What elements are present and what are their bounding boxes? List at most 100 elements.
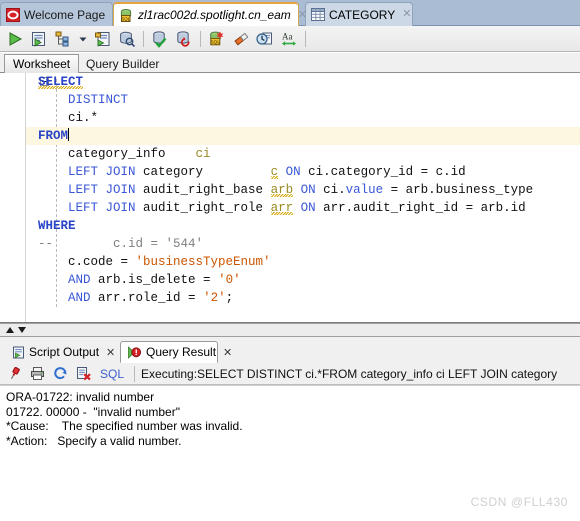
code-token: ci.category_id = c.id [300, 165, 466, 179]
code-line[interactable]: DISTINCT [26, 91, 580, 109]
tab-category[interactable]: CATEGORY ✕ [305, 2, 413, 26]
error-line-4: *Action: Specify a valid number. [6, 433, 182, 448]
chevron-up-icon[interactable] [5, 326, 15, 334]
explain-plan-icon[interactable] [52, 28, 74, 50]
result-toolbar: SQL Executing:SELECT DISTINCT ci.*FROM c… [0, 363, 580, 385]
code-token: ; [225, 291, 234, 305]
output-tab-script-output[interactable]: Script Output ✕ [6, 341, 118, 363]
refresh-icon[interactable] [50, 364, 70, 384]
rollback-icon[interactable] [173, 28, 195, 50]
sqldeveloper-window: Welcome Page ✕ SQL zl1rac002d.spotlight.… [0, 0, 580, 521]
clear-worksheet-icon[interactable] [230, 28, 252, 50]
print-icon[interactable] [27, 364, 47, 384]
tab-label: CATEGORY [329, 7, 396, 22]
code-token: category [135, 165, 271, 179]
sql-tuning-advisor-icon[interactable] [116, 28, 138, 50]
editor-tab-bar: Welcome Page ✕ SQL zl1rac002d.spotlight.… [0, 0, 580, 26]
chevron-down-icon[interactable] [17, 326, 27, 334]
pin-icon[interactable] [4, 364, 24, 384]
code-line[interactable]: ci.* [26, 109, 580, 127]
clear-results-icon[interactable] [73, 364, 93, 384]
toolbar-separator [134, 365, 136, 382]
output-tab-label: Query Result [146, 345, 217, 359]
panel-splitter[interactable] [0, 323, 580, 337]
toolbar-separator [305, 30, 306, 47]
code-line[interactable]: c.code = 'businessTypeEnum' [26, 253, 580, 271]
code-token: -- c.id = '544' [38, 237, 204, 251]
output-tab-bar: Script Output ✕ Query Result ✕ [0, 341, 580, 364]
dropdown-arrow-icon[interactable] [76, 28, 90, 50]
code-line[interactable]: AND arr.role_id = '2'; [26, 289, 580, 307]
error-line-2: 01722. 00000 - "invalid number" [6, 404, 180, 419]
code-lines[interactable]: SELECT DISTINCT ci.* FROM category_info c… [26, 73, 580, 307]
code-token: = arb.business_type [383, 183, 534, 197]
code-area[interactable]: SELECT DISTINCT ci.* FROM category_info c… [26, 73, 580, 322]
toolbar-separator [200, 30, 201, 47]
sql-worksheet-icon: SQL [119, 8, 134, 23]
code-token: AND [68, 273, 91, 287]
code-line[interactable]: FROM [26, 127, 580, 145]
worksheet-toolbar: SQL Aa [0, 26, 580, 52]
tab-sql-worksheet[interactable]: SQL zl1rac002d.spotlight.cn_eam ✕ [113, 2, 307, 26]
code-line[interactable]: SELECT [26, 73, 580, 91]
code-token: ci.* [38, 111, 99, 125]
code-token: arr [270, 201, 294, 215]
watermark: CSDN @FLL430 [470, 495, 568, 509]
code-token: ON [300, 183, 316, 197]
output-tab-close-icon[interactable]: ✕ [106, 346, 115, 359]
subtab-label: Query Builder [86, 56, 160, 71]
sql-editor[interactable]: SELECT DISTINCT ci.* FROM category_info c… [0, 73, 580, 323]
script-output-icon [12, 346, 25, 359]
code-token: '2' [203, 291, 226, 305]
executing-statement-text: Executing:SELECT DISTINCT ci.*FROM categ… [141, 366, 558, 381]
code-token: arb.is_delete = [90, 273, 219, 287]
tab-close-icon[interactable]: ✕ [402, 9, 411, 20]
worksheet-subtab-bar: Worksheet Query Builder [0, 53, 580, 73]
svg-text:SQL: SQL [121, 16, 131, 21]
splitter-arrows[interactable] [5, 326, 27, 334]
subtab-worksheet[interactable]: Worksheet [4, 54, 80, 73]
code-token: arr.audit_right_id = arb.id [315, 201, 526, 215]
code-token: LEFT JOIN [68, 165, 136, 179]
commit-icon[interactable] [149, 28, 171, 50]
code-token: arb [270, 183, 294, 197]
code-token: LEFT JOIN [68, 183, 136, 197]
code-token: c.code = [38, 255, 136, 269]
subtab-query-builder[interactable]: Query Builder [78, 54, 167, 73]
autotrace-icon[interactable] [92, 28, 114, 50]
output-panel: Script Output ✕ Query Result ✕ SQL Execu… [0, 337, 580, 521]
code-line[interactable]: -- c.id = '544' [26, 235, 580, 253]
sql-history-icon[interactable] [254, 28, 276, 50]
error-line-3: *Cause: The specified number was invalid… [6, 419, 243, 433]
sql-label: SQL [100, 366, 125, 381]
run-script-icon[interactable] [28, 28, 50, 50]
code-line[interactable]: LEFT JOIN audit_right_role arr ON arr.au… [26, 199, 580, 217]
code-token: ci. [315, 183, 346, 197]
subtab-label: Worksheet [13, 57, 71, 71]
code-line[interactable]: LEFT JOIN category c ON ci.category_id =… [26, 163, 580, 181]
code-token: value [345, 183, 384, 197]
code-line[interactable]: category_info ci [26, 145, 580, 163]
code-token: 'businessTypeEnum' [135, 255, 271, 269]
table-grid-icon [311, 8, 325, 21]
format-sql-icon[interactable]: Aa [278, 28, 300, 50]
code-line[interactable]: LEFT JOIN audit_right_base arb ON ci.val… [26, 181, 580, 199]
code-line[interactable]: WHERE [26, 217, 580, 235]
text-caret [68, 128, 70, 141]
code-token: ON [300, 201, 316, 215]
tab-label: Welcome Page [24, 7, 106, 22]
output-tab-close-icon[interactable]: ✕ [223, 346, 232, 359]
output-tab-query-result[interactable]: Query Result ✕ [120, 341, 232, 363]
code-token: ci [195, 147, 211, 161]
code-token: DISTINCT [38, 93, 129, 107]
tab-welcome-page[interactable]: Welcome Page ✕ [0, 2, 121, 26]
code-token: AND [68, 291, 91, 305]
unshared-sql-worksheet-icon[interactable]: SQL [206, 28, 228, 50]
run-statement-icon[interactable] [4, 28, 26, 50]
code-line[interactable]: AND arb.is_delete = '0' [26, 271, 580, 289]
